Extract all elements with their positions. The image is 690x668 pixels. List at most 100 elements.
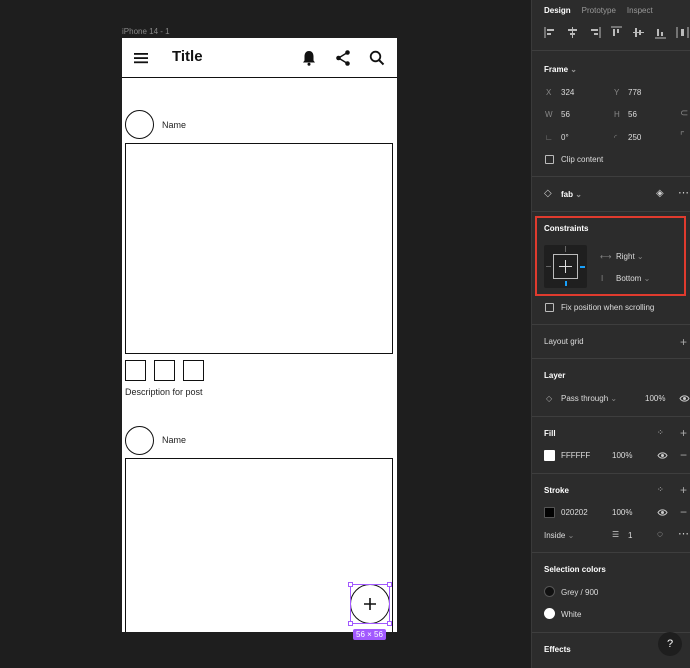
clip-content-label: Clip content xyxy=(561,155,604,164)
thumbnail[interactable] xyxy=(125,360,146,381)
align-left-icon[interactable] xyxy=(544,26,557,39)
corner-radius-input[interactable]: 250 xyxy=(628,133,641,142)
chevron-down-icon: ⌄ xyxy=(610,394,618,403)
x-label: X xyxy=(546,88,552,97)
corner-radius-icon: ◜ xyxy=(614,133,618,142)
resize-handle[interactable] xyxy=(387,582,392,587)
x-input[interactable]: 324 xyxy=(561,88,574,97)
selection-colors-title: Selection colors xyxy=(544,565,606,574)
post-author-name: Name xyxy=(162,120,187,130)
y-label: Y xyxy=(614,88,620,97)
post-description: Description for post xyxy=(125,387,203,397)
distribute-icon[interactable] xyxy=(676,26,689,39)
tab-prototype[interactable]: Prototype xyxy=(582,6,616,15)
stroke-position-select[interactable]: Inside ⌄ xyxy=(544,531,574,540)
width-input[interactable]: 56 xyxy=(561,110,570,119)
component-name[interactable]: fab ⌄ xyxy=(561,190,582,199)
component-icon: ◇ xyxy=(544,188,552,199)
stroke-dash-icon[interactable]: ◌ xyxy=(657,529,663,540)
post-image[interactable] xyxy=(125,143,393,354)
color-dot[interactable] xyxy=(544,586,555,597)
tab-inspect[interactable]: Inspect xyxy=(627,6,653,15)
divider xyxy=(532,324,690,325)
stroke-opacity-input[interactable]: 100% xyxy=(612,508,632,517)
layer-section-title: Layer xyxy=(544,371,566,380)
align-middle-icon[interactable] xyxy=(632,26,645,39)
independent-corners-icon[interactable]: ⌜ xyxy=(680,131,685,142)
style-grid-icon[interactable]: ⁘ xyxy=(657,428,664,437)
h-label: H xyxy=(614,110,620,119)
app-title: Title xyxy=(172,48,203,65)
search-icon[interactable] xyxy=(367,48,387,68)
eye-icon[interactable] xyxy=(657,451,668,460)
avatar[interactable] xyxy=(125,110,154,139)
selection-color-name[interactable]: White xyxy=(561,610,581,619)
color-dot[interactable] xyxy=(544,608,555,619)
layout-grid-title: Layout grid xyxy=(544,337,584,346)
align-bottom-icon[interactable] xyxy=(654,26,667,39)
post-author-name: Name xyxy=(162,435,187,445)
resize-handle[interactable] xyxy=(348,621,353,626)
thumbnail[interactable] xyxy=(183,360,204,381)
y-input[interactable]: 778 xyxy=(628,88,641,97)
rotation-icon: ∟ xyxy=(545,133,553,142)
rotation-input[interactable]: 0° xyxy=(561,133,569,142)
highlight-annotation xyxy=(535,216,686,296)
stroke-weight-icon: ☰ xyxy=(612,530,620,539)
chevron-down-icon: ⌄ xyxy=(575,190,582,199)
bell-icon[interactable] xyxy=(299,48,319,68)
height-input[interactable]: 56 xyxy=(628,110,637,119)
layer-opacity-input[interactable]: 100% xyxy=(645,394,665,403)
stroke-hex-input[interactable]: 020202 xyxy=(561,508,588,517)
thumbnail[interactable] xyxy=(154,360,175,381)
resize-handle[interactable] xyxy=(348,582,353,587)
eye-icon[interactable] xyxy=(679,394,690,403)
align-top-icon[interactable] xyxy=(610,26,623,39)
frame-section-title[interactable]: Frame ⌄ xyxy=(544,65,577,74)
clip-content-checkbox[interactable] xyxy=(545,155,554,164)
stroke-color-swatch[interactable] xyxy=(544,507,555,518)
app-bar: Title xyxy=(122,38,397,78)
constrain-proportions-icon[interactable]: ⊂ xyxy=(680,108,688,119)
detach-instance-icon[interactable]: ◈ xyxy=(656,188,664,199)
more-options-icon[interactable]: ⋯ xyxy=(678,527,689,540)
divider xyxy=(532,211,690,212)
remove-fill-icon[interactable]: − xyxy=(680,449,687,461)
fill-color-swatch[interactable] xyxy=(544,450,555,461)
eye-icon[interactable] xyxy=(657,508,668,517)
avatar[interactable] xyxy=(125,426,154,455)
fill-hex-input[interactable]: FFFFFF xyxy=(561,451,590,460)
phone-frame[interactable]: Title Name Description for post Name xyxy=(122,38,397,632)
tab-design[interactable]: Design xyxy=(544,6,571,15)
stroke-weight-input[interactable]: 1 xyxy=(628,531,632,540)
fill-section-title: Fill xyxy=(544,429,556,438)
align-right-icon[interactable] xyxy=(588,26,601,39)
add-layout-grid-icon[interactable]: + xyxy=(680,336,687,348)
stroke-section-title: Stroke xyxy=(544,486,569,495)
selection-outline[interactable] xyxy=(348,582,392,626)
align-center-icon[interactable] xyxy=(566,26,579,39)
remove-stroke-icon[interactable]: − xyxy=(680,506,687,518)
alignment-toolbar xyxy=(544,26,689,39)
style-grid-icon[interactable]: ⁘ xyxy=(657,485,664,494)
design-canvas[interactable]: iPhone 14 - 1 Title Name Description for xyxy=(0,0,531,668)
fix-position-label: Fix position when scrolling xyxy=(561,303,655,312)
selection-color-name[interactable]: Grey / 900 xyxy=(561,588,598,597)
properties-panel: Design Prototype Inspect Frame ⌄ X 324 Y… xyxy=(531,0,690,668)
share-icon[interactable] xyxy=(333,48,353,68)
divider xyxy=(532,552,690,553)
fill-opacity-input[interactable]: 100% xyxy=(612,451,632,460)
blend-mode-select[interactable]: Pass through ⌄ xyxy=(561,394,617,403)
add-fill-icon[interactable]: + xyxy=(680,427,687,439)
resize-handle[interactable] xyxy=(387,621,392,626)
frame-label[interactable]: iPhone 14 - 1 xyxy=(122,27,170,36)
fix-position-checkbox[interactable] xyxy=(545,303,554,312)
help-button[interactable]: ? xyxy=(658,632,682,656)
blend-mode-icon: ◇ xyxy=(546,394,553,403)
effects-section-title: Effects xyxy=(544,645,571,654)
selection-size-badge: 56 × 56 xyxy=(353,629,386,640)
menu-icon[interactable] xyxy=(131,48,151,68)
more-options-icon[interactable]: ⋯ xyxy=(678,186,689,199)
add-stroke-icon[interactable]: + xyxy=(680,484,687,496)
divider xyxy=(532,176,690,177)
